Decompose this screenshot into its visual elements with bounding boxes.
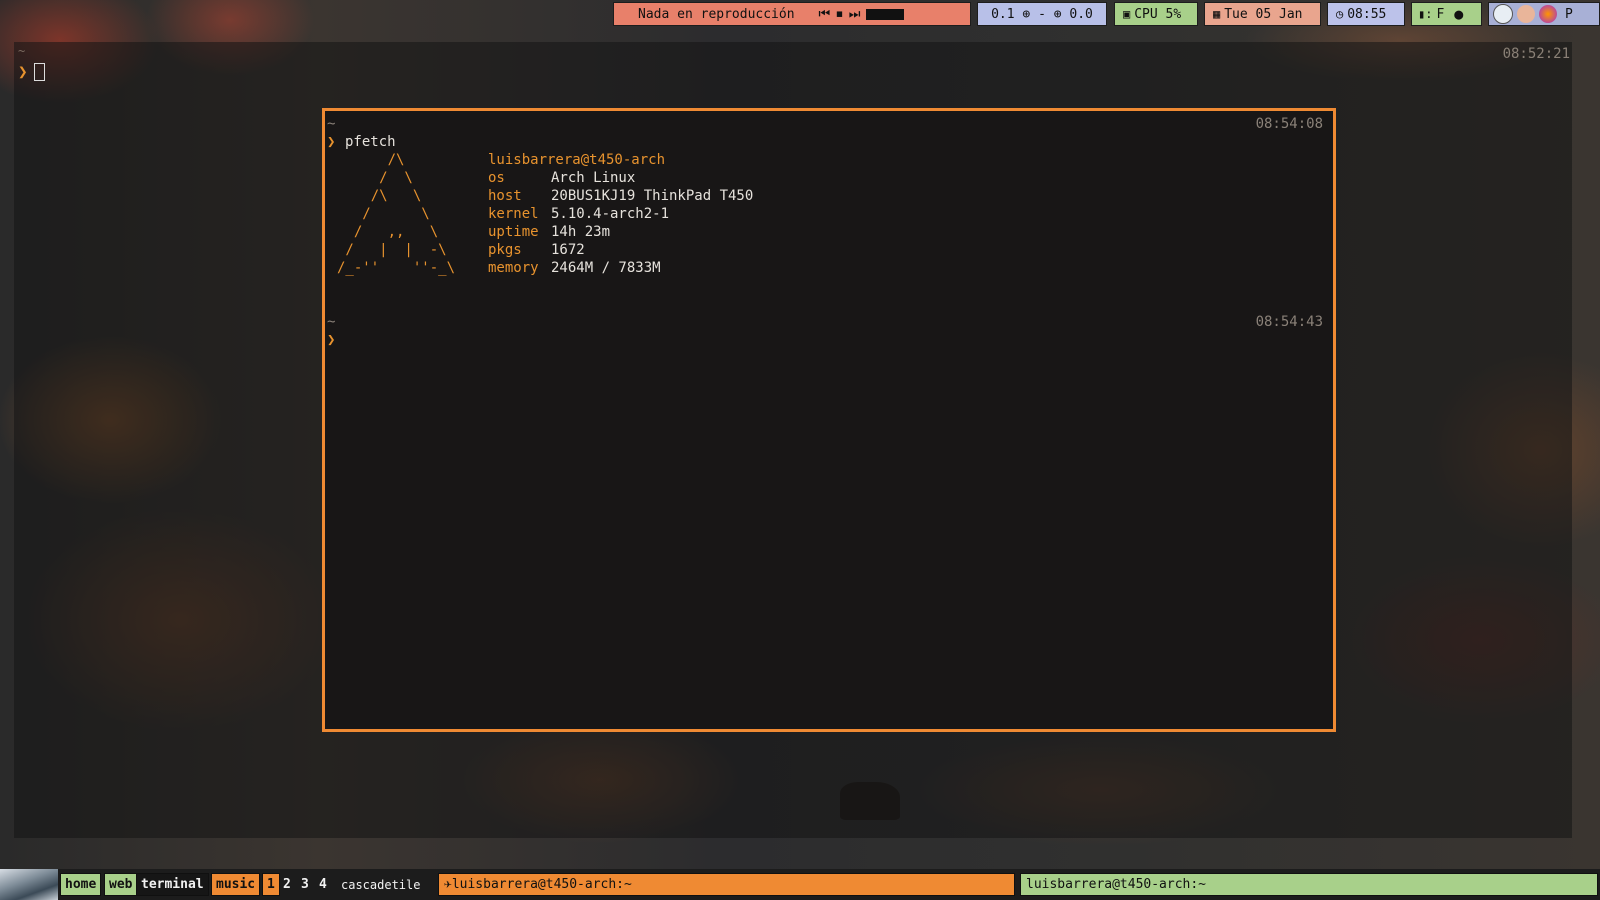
calendar-icon: ▦ xyxy=(1213,7,1221,21)
bluetooth-tray-icon[interactable] xyxy=(1517,5,1535,23)
cpu-label: CPU 5% xyxy=(1134,6,1182,22)
download-icon: ⊕ xyxy=(1022,6,1031,22)
ascii-art-line: /_-'' ''-_\ xyxy=(337,260,456,276)
group-home[interactable]: home xyxy=(60,873,102,896)
wallpaper-thumbnail[interactable] xyxy=(0,869,58,900)
cpu-widget: ▣ CPU 5% xyxy=(1114,2,1198,26)
bg-terminal-time: 08:52:21 xyxy=(1502,46,1570,62)
info-key: pkgs xyxy=(488,242,522,258)
cwd-tilde: ~ xyxy=(327,116,336,132)
ascii-art-line: / \ xyxy=(337,170,413,186)
media-status: Nada en reproducción xyxy=(638,6,795,22)
clock-label: 08:55 xyxy=(1347,6,1387,22)
previous-track-icon[interactable]: ⏮ xyxy=(819,7,831,22)
info-value: 14h 23m xyxy=(551,224,611,240)
prompt-symbol: ❯ xyxy=(327,134,336,150)
media-progress-bar xyxy=(866,8,905,20)
cwd-tilde: ~ xyxy=(327,314,336,330)
command-text: pfetch xyxy=(345,134,396,150)
network-speed-widget: 0.1 ⊕ - ⊕ 0.0 xyxy=(977,2,1107,26)
network-tray-icon[interactable] xyxy=(1493,4,1513,24)
battery-widget: ▮: F ● xyxy=(1411,2,1482,26)
group-music[interactable]: music xyxy=(211,873,261,896)
battery-label: F xyxy=(1436,6,1445,22)
info-value: Arch Linux xyxy=(551,170,636,186)
group-web[interactable]: web xyxy=(104,873,138,896)
network-down-value: 0.1 xyxy=(991,6,1015,22)
info-key: os xyxy=(488,170,505,186)
ascii-art-line: / ,, \ xyxy=(337,224,439,240)
info-value: 20BUS1KJ19 ThinkPad T450 xyxy=(551,188,754,204)
ascii-art-line: /\ xyxy=(337,152,405,168)
info-key: kernel xyxy=(488,206,539,222)
package-tray-icon[interactable]: P xyxy=(1565,7,1573,22)
battery-icon: ▮: xyxy=(1418,7,1433,21)
info-value: 1672 xyxy=(551,242,585,258)
media-player-widget[interactable]: Nada en reproducción ⏮ ⏹ ⏭ xyxy=(613,2,971,26)
info-value: 2464M / 7833M xyxy=(551,260,661,276)
group-terminal[interactable]: terminal xyxy=(136,873,209,896)
workspace-1[interactable]: 1 xyxy=(262,873,280,896)
date-widget[interactable]: ▦ Tue 05 Jan xyxy=(1204,2,1321,26)
bg-terminal-prompt: ❯ xyxy=(18,62,28,81)
workspace-4[interactable]: 4 xyxy=(317,873,329,896)
upload-icon: ⊕ xyxy=(1053,6,1062,22)
prompt-time: 08:54:08 xyxy=(1255,116,1323,132)
text-cursor xyxy=(34,63,45,81)
user-host: luisbarrera@t450-arch xyxy=(488,152,666,168)
info-key: memory xyxy=(488,260,539,276)
clock-icon: ◷ xyxy=(1336,7,1344,21)
record-icon[interactable]: ● xyxy=(1454,5,1463,23)
next-track-icon[interactable]: ⏭ xyxy=(849,7,861,22)
bottom-task-bar: home web terminal music 1 2 3 4 cascadet… xyxy=(0,869,1600,900)
info-value: 5.10.4-arch2-1 xyxy=(551,206,670,222)
task-terminal-tiled[interactable]: luisbarrera@t450-arch:~ xyxy=(1020,873,1598,896)
prompt-time: 08:54:43 xyxy=(1255,314,1323,330)
network-up-value: 0.0 xyxy=(1069,6,1093,22)
bg-terminal-cwd: ~ xyxy=(18,44,26,58)
ascii-art-line: / | | -\ xyxy=(337,242,447,258)
workspace-3[interactable]: 3 xyxy=(299,873,311,896)
info-key: uptime xyxy=(488,224,539,240)
task-terminal-floating[interactable]: ✈luisbarrera@t450-arch:~ xyxy=(438,873,1015,896)
stop-icon[interactable]: ⏹ xyxy=(836,7,843,22)
ascii-art-line: / \ xyxy=(337,206,430,222)
firefox-tray-icon[interactable] xyxy=(1539,5,1557,23)
floating-terminal-window[interactable]: ~ 08:54:08 ❯ pfetch /\ / \ /\ \ / \ / ,,… xyxy=(322,108,1336,732)
info-key: host xyxy=(488,188,522,204)
prompt-symbol: ❯ xyxy=(327,332,336,348)
clock-widget: ◷ 08:55 xyxy=(1327,2,1405,26)
date-label: Tue 05 Jan xyxy=(1224,6,1303,22)
system-tray: P xyxy=(1488,2,1600,26)
network-separator: - xyxy=(1038,6,1046,22)
workspace-2[interactable]: 2 xyxy=(281,873,293,896)
chip-icon: ▣ xyxy=(1123,7,1131,21)
ascii-art-line: /\ \ xyxy=(337,188,422,204)
layout-name[interactable]: cascadetile xyxy=(341,878,420,892)
